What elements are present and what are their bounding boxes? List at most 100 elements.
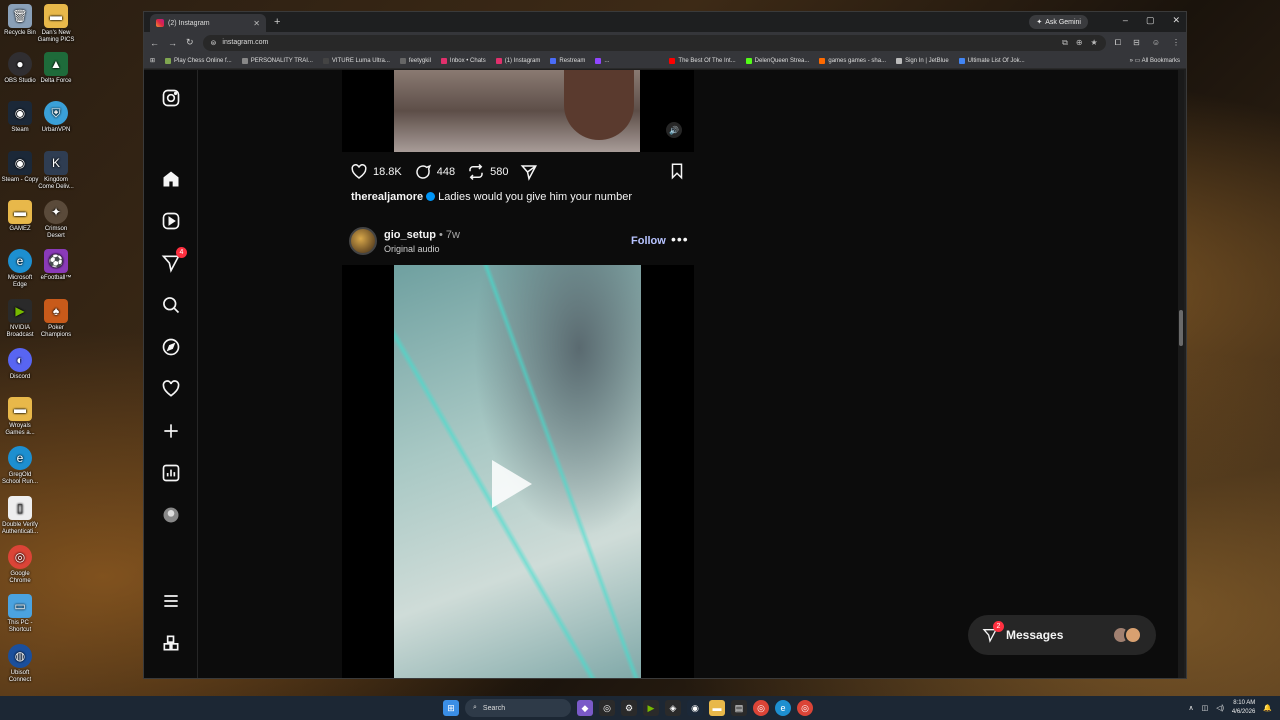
- close-tab-icon[interactable]: ✕: [253, 19, 260, 28]
- post-username[interactable]: gio_setup: [384, 229, 436, 241]
- chrome-icon[interactable]: ◎: [797, 700, 813, 716]
- create-plus-icon[interactable]: [161, 421, 181, 441]
- address-bar[interactable]: ⊜ instagram.com ⧉ ⊕ ★: [202, 34, 1106, 51]
- bookmark-item[interactable]: Restream: [550, 57, 585, 64]
- bookmark-item[interactable]: Play Chess Online f...: [165, 57, 232, 64]
- app-icon[interactable]: ◎: [599, 700, 615, 716]
- zoom-icon[interactable]: ⊕: [1076, 38, 1083, 48]
- messages-pill[interactable]: 2 Messages: [968, 615, 1156, 655]
- post-audio[interactable]: Original audio: [384, 244, 440, 254]
- hamburger-menu-icon[interactable]: [161, 591, 181, 611]
- bookmark-item[interactable]: (1) Instagram: [495, 57, 540, 64]
- follow-button[interactable]: Follow: [631, 235, 666, 247]
- profile-avatar[interactable]: [161, 505, 181, 525]
- forward-button[interactable]: →: [168, 38, 177, 48]
- repost-button[interactable]: 580: [467, 163, 508, 181]
- clock[interactable]: 8:10 AM 4/6/2026: [1232, 699, 1255, 717]
- bookmark-star-icon[interactable]: ★: [1091, 38, 1098, 48]
- chevron-up-icon[interactable]: ∧: [1188, 704, 1193, 712]
- app-icon[interactable]: ◈: [665, 700, 681, 716]
- extensions-icon[interactable]: ⧠: [1115, 38, 1121, 48]
- dashboard-chart-icon[interactable]: [161, 463, 181, 483]
- also-from-meta-icon[interactable]: [161, 633, 181, 653]
- play-icon[interactable]: [492, 460, 532, 508]
- desktop-icon-efootball[interactable]: ⚽ eFootball™: [36, 249, 76, 282]
- search-icon[interactable]: [161, 295, 181, 315]
- desktop-icon-gaming-pics[interactable]: ▬ Dan's New Gaming PICS: [36, 4, 76, 44]
- desktop-icon-discord[interactable]: ◐ Discord: [0, 348, 40, 381]
- chrome-icon[interactable]: ◎: [753, 700, 769, 716]
- post-author-avatar[interactable]: [349, 227, 377, 255]
- desktop-icon-ubisoft[interactable]: ◍ Ubisoft Connect: [0, 644, 40, 684]
- bookmark-item[interactable]: DelenQueen Strea...: [745, 57, 809, 64]
- edge-icon[interactable]: e: [775, 700, 791, 716]
- comment-button[interactable]: 448: [414, 163, 455, 181]
- notifications-bell-icon[interactable]: 🔔: [1263, 704, 1272, 712]
- messages-icon[interactable]: 4: [161, 247, 187, 273]
- taskbar-search[interactable]: ⌕ Search: [465, 699, 571, 717]
- split-view-icon[interactable]: ⊟: [1133, 38, 1140, 48]
- home-icon[interactable]: [161, 169, 181, 189]
- app-icon[interactable]: ▤: [731, 700, 747, 716]
- reels-icon[interactable]: [161, 211, 181, 231]
- volume-icon[interactable]: ◁): [1216, 704, 1224, 712]
- bookmark-item[interactable]: Inbox • Chats: [440, 57, 486, 64]
- settings-icon[interactable]: ⚙: [621, 700, 637, 716]
- app-icon[interactable]: ◆: [577, 700, 593, 716]
- apps-grid-icon[interactable]: ⊞: [150, 57, 155, 64]
- share-button[interactable]: [520, 163, 538, 181]
- bookmark-item[interactable]: feetygkil: [399, 57, 431, 64]
- save-button[interactable]: [668, 162, 686, 183]
- menu-kebab-icon[interactable]: ⋮: [1172, 38, 1180, 48]
- new-tab-button[interactable]: +: [274, 16, 280, 28]
- file-explorer-icon[interactable]: ▬: [709, 700, 725, 716]
- bookmark-item[interactable]: ...: [595, 57, 609, 64]
- desktop-icon-poker[interactable]: ♠ Poker Champions: [36, 299, 76, 339]
- profile-icon[interactable]: ☺: [1152, 38, 1160, 48]
- scrollbar-thumb[interactable]: [1179, 310, 1183, 346]
- ask-gemini-button[interactable]: ✦ Ask Gemini: [1029, 15, 1088, 29]
- bookmark-item[interactable]: The Best Of The Int...: [669, 57, 736, 64]
- tab-instagram[interactable]: (2) Instagram ✕: [150, 14, 266, 32]
- desktop-icon-kingdom-come[interactable]: K Kingdom Come Deliv...: [36, 151, 76, 191]
- instagram-logo-icon[interactable]: [161, 88, 181, 108]
- desktop-icon-double-verify[interactable]: ▯ Double Verify Authenticati...: [0, 496, 40, 536]
- start-icon[interactable]: ⊞: [443, 700, 459, 716]
- maximize-button[interactable]: ▢: [1146, 15, 1155, 26]
- desktop-icon-steam-copy[interactable]: ◉ Steam - Copy: [0, 151, 40, 184]
- desktop-icon-this-pc[interactable]: ▭ This PC - Shortcut: [0, 594, 40, 634]
- all-bookmarks-button[interactable]: » ▭ All Bookmarks: [1130, 57, 1180, 64]
- bookmark-item[interactable]: Ultimate List Of Jok...: [958, 57, 1025, 64]
- desktop-icon-wroyals[interactable]: ▬ Wroyals Games a...: [0, 397, 40, 437]
- bookmark-item[interactable]: PERSONALITY TRAI...: [241, 57, 313, 64]
- back-button[interactable]: ←: [150, 38, 159, 48]
- post-video-1[interactable]: 🔊: [342, 70, 694, 152]
- network-icon[interactable]: ◫: [1202, 704, 1209, 712]
- install-app-icon[interactable]: ⧉: [1062, 38, 1068, 48]
- desktop-icon-delta-force[interactable]: ▲ Delta Force: [36, 52, 76, 85]
- nvidia-icon[interactable]: ▶: [643, 700, 659, 716]
- page-scrollbar[interactable]: [1178, 70, 1184, 678]
- post-video-2[interactable]: [342, 265, 694, 678]
- reload-button[interactable]: ↻: [186, 37, 194, 48]
- desktop-icon-urbanvpn[interactable]: ⛨ UrbanVPN: [36, 101, 76, 134]
- desktop-icon-obs[interactable]: ● OBS Studio: [0, 52, 40, 85]
- caption-username[interactable]: therealjamore: [351, 191, 423, 203]
- desktop-icon-chrome[interactable]: ◎ Google Chrome: [0, 545, 40, 585]
- bookmark-item[interactable]: Sign In | JetBlue: [896, 57, 949, 64]
- desktop-icon-steam[interactable]: ◉ Steam: [0, 101, 40, 134]
- minimize-button[interactable]: –: [1123, 15, 1128, 26]
- site-info-icon[interactable]: ⊜: [211, 39, 217, 47]
- desktop-icon-gregold[interactable]: e GregOld School Run...: [0, 446, 40, 486]
- close-window-button[interactable]: ✕: [1172, 15, 1180, 26]
- desktop-icon-recycle-bin[interactable]: 🗑 Recycle Bin: [0, 4, 40, 37]
- mute-button-icon[interactable]: 🔊: [666, 122, 682, 138]
- notifications-heart-icon[interactable]: [161, 379, 181, 399]
- bookmark-item[interactable]: VITURE Luma Ultra...: [322, 57, 390, 64]
- desktop-icon-gamez[interactable]: ▬ GAMEZ: [0, 200, 40, 233]
- desktop-icon-nvidia-broadcast[interactable]: ▶ NVIDIA Broadcast: [0, 299, 40, 339]
- steam-icon[interactable]: ◉: [687, 700, 703, 716]
- desktop-icon-crimson-desert[interactable]: ✦ Crimson Desert: [36, 200, 76, 240]
- explore-icon[interactable]: [161, 337, 181, 357]
- like-button[interactable]: 18.8K: [350, 163, 402, 181]
